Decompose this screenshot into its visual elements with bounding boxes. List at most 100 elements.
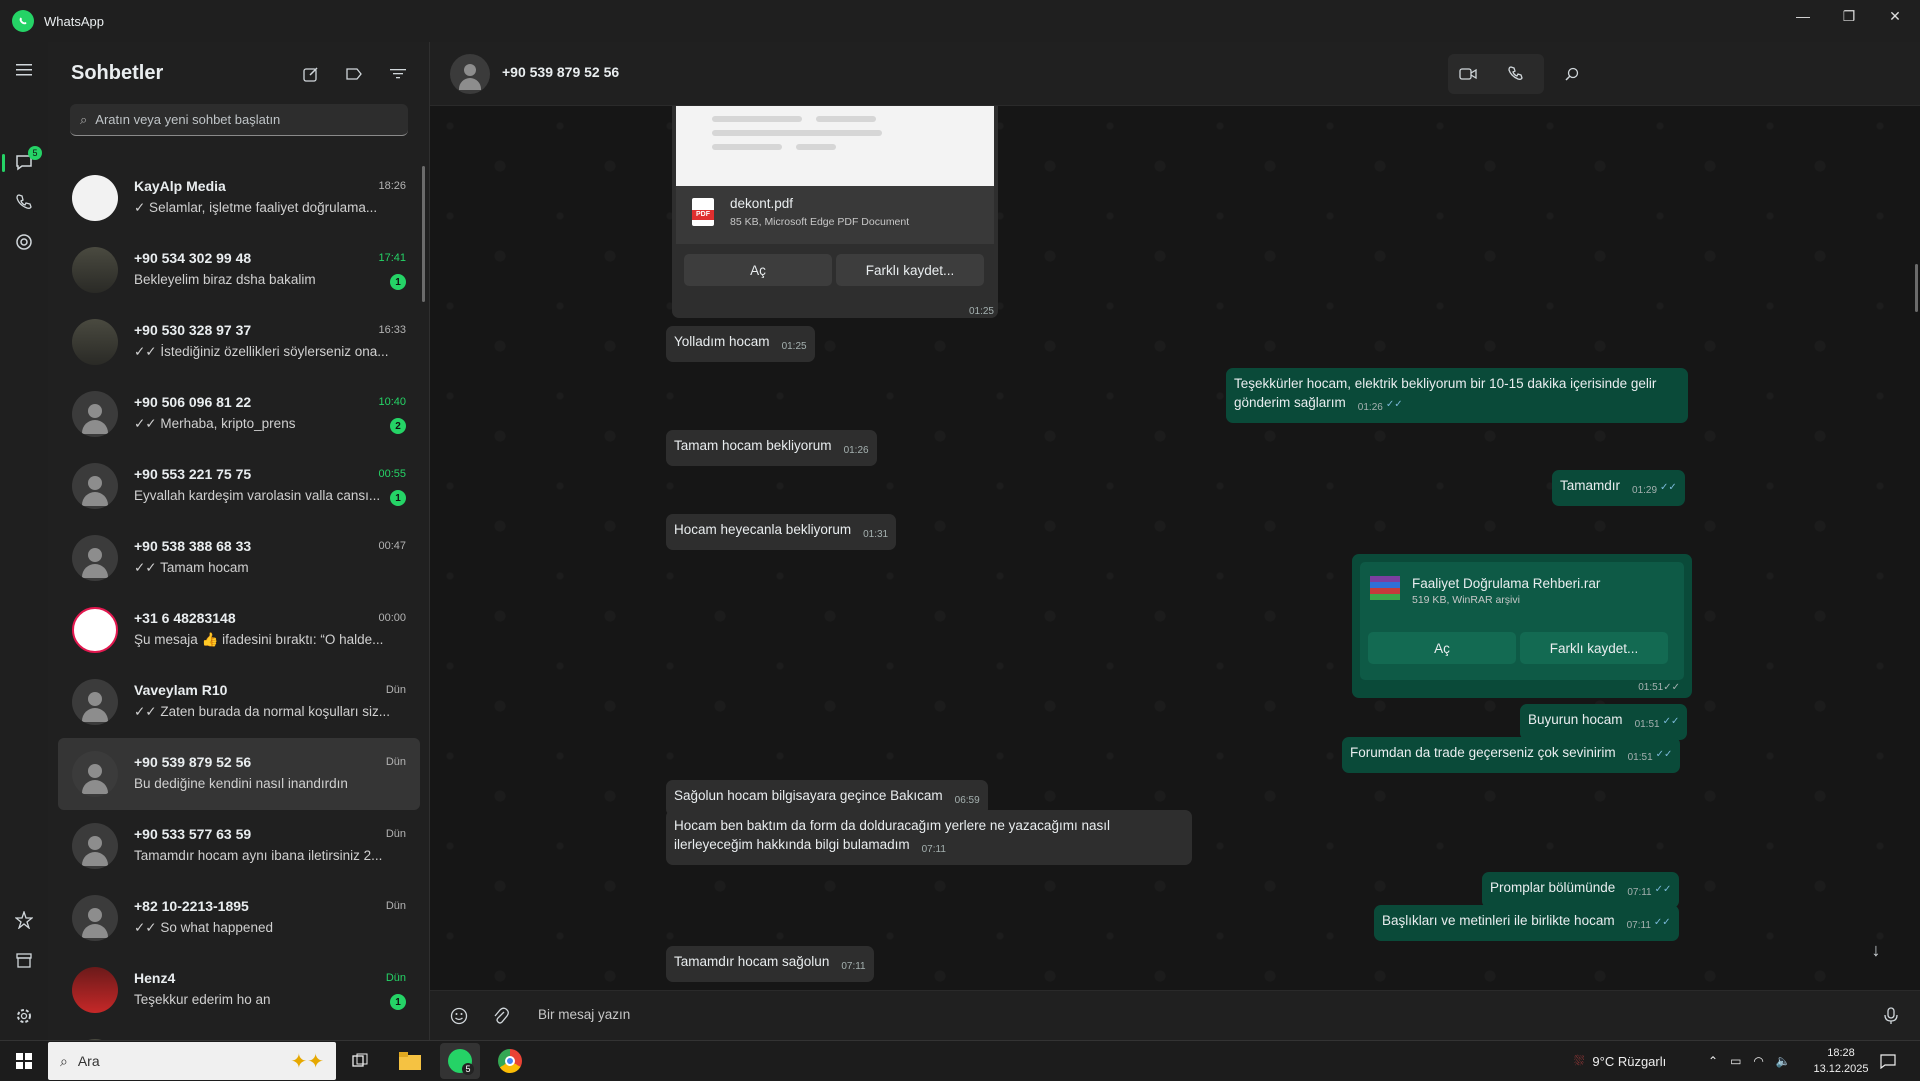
chevron-up-icon[interactable]: ⌃: [1708, 1054, 1718, 1068]
maximize-button[interactable]: ❐: [1826, 0, 1872, 32]
status-icon[interactable]: [12, 230, 36, 254]
microphone-icon[interactable]: [1880, 1005, 1902, 1027]
weather-widget[interactable]: ⛆ 9°C Rüzgarlı: [1574, 1041, 1666, 1081]
chat-list-item[interactable]: +31 6 48283148 00:00 Şu mesaja 👍 ifadesini…: [58, 594, 420, 666]
contact-avatar[interactable]: [450, 54, 490, 94]
chat-list-item[interactable]: +90 533 577 63 59 Dün Tamamdır hocam aynı …: [58, 810, 420, 882]
avatar: [72, 679, 118, 725]
read-receipt-icon: ✓✓: [1654, 884, 1672, 895]
active-indicator: [2, 154, 5, 172]
clock-date: 13.12.2025: [1813, 1063, 1869, 1075]
close-button[interactable]: ✕: [1872, 0, 1918, 32]
search-icon: ⌕: [80, 111, 88, 127]
starred-icon[interactable]: [12, 908, 36, 932]
chat-preview: ✓✓ Tamam hocam: [134, 560, 249, 575]
search-input[interactable]: ⌕ Aratın veya yeni sohbet başlatın: [70, 104, 408, 136]
search-placeholder: Aratın veya yeni sohbet başlatın: [95, 112, 281, 127]
search-icon: ⌕: [60, 1052, 68, 1069]
whatsapp-taskbar-badge: 5: [462, 1063, 474, 1075]
pdf-file-icon: PDF: [692, 198, 714, 226]
pdf-open-button[interactable]: Aç: [684, 254, 832, 286]
chat-time: Dün: [385, 684, 406, 696]
rar-file-name: Faaliyet Doğrulama Rehberi.rar: [1412, 576, 1601, 591]
chat-list-item[interactable]: Henz4 Dün Teşekkur ederim ho an 1: [58, 954, 420, 1026]
message-scrollbar[interactable]: [1915, 264, 1918, 312]
chat-list-item[interactable]: +90 539 879 52 56 Dün Bu dediğine kendini …: [58, 738, 420, 810]
rar-save-as-button[interactable]: Farklı kaydet...: [1520, 632, 1668, 664]
clock-time: 18:28: [1827, 1047, 1855, 1059]
chrome-icon[interactable]: [490, 1043, 530, 1079]
avatar: [72, 175, 118, 221]
chat-list-scrollbar[interactable]: [422, 166, 425, 302]
chat-list-item[interactable]: +90 553 221 75 75 00:55 Eyvallah kardeşim …: [58, 450, 420, 522]
whatsapp-taskbar-icon[interactable]: 5: [440, 1043, 480, 1079]
message-time: 01:25: [968, 306, 994, 317]
system-tray: ⌃ ▭ ◠ 🔈: [1708, 1041, 1791, 1081]
chat-name: +90 534 302 99 48: [134, 250, 252, 266]
message-input[interactable]: Bir mesaj yazın: [538, 1007, 630, 1022]
windows-taskbar: ⌕ Ara ✦✦ 5 ⛆ 9°C Rüzgarlı ⌃ ▭ ◠ 🔈 18:28 …: [0, 1040, 1920, 1080]
file-explorer-icon[interactable]: [390, 1043, 430, 1079]
avatar: [72, 895, 118, 941]
read-receipt-icon: ✓✓: [1660, 482, 1677, 493]
chat-list-item[interactable]: +90 534 302 99 48 17:41 Bekleyelim biraz d…: [58, 234, 420, 306]
settings-icon[interactable]: [12, 1004, 36, 1028]
taskbar-search[interactable]: ⌕ Ara ✦✦: [48, 1042, 336, 1080]
chat-list-item[interactable]: +90 538 388 68 33 00:47 ✓✓ Tamam hocam: [58, 522, 420, 594]
task-view-icon[interactable]: [340, 1043, 380, 1079]
chat-time: 17:41: [378, 252, 406, 264]
unread-badge: 1: [390, 490, 406, 506]
chat-preview: ✓✓ So what happened: [134, 920, 273, 935]
outgoing-message: Promplar bölümünde 07:11 ✓✓: [1482, 872, 1680, 908]
chat-time: Dün: [385, 900, 406, 912]
clock[interactable]: 18:28 13.12.2025: [1806, 1041, 1876, 1081]
new-chat-icon[interactable]: [299, 62, 323, 86]
chat-list-item[interactable]: KayAlp Media 18:26 ✓ Selamlar, işletme faa…: [58, 162, 420, 234]
notifications-icon[interactable]: [1880, 1041, 1896, 1081]
read-receipt-icon: ✓✓: [1663, 682, 1680, 693]
chat-preview: ✓✓ Merhaba, kripto_prens: [134, 416, 296, 431]
chat-time: 16:33: [378, 324, 406, 336]
scroll-down-icon[interactable]: ↓: [1862, 936, 1890, 964]
menu-icon[interactable]: [12, 58, 36, 82]
avatar: [72, 247, 118, 293]
voice-call-icon[interactable]: [1506, 64, 1526, 84]
unread-badge: 1: [390, 994, 406, 1010]
volume-icon[interactable]: 🔈: [1776, 1054, 1791, 1068]
chat-list-item[interactable]: Vaveylam R10 Dün ✓✓ Zaten burada da normal…: [58, 666, 420, 738]
rar-open-button[interactable]: Aç: [1368, 632, 1516, 664]
chat-time: 00:47: [378, 540, 406, 552]
pdf-preview-thumbnail[interactable]: [676, 106, 994, 186]
chat-list-item[interactable]: +90 530 328 97 37 16:33 ✓✓ İstediğiniz öze…: [58, 306, 420, 378]
chat-name: +90 539 879 52 56: [134, 754, 252, 770]
winrar-file-icon: [1370, 576, 1400, 602]
wifi-icon[interactable]: ◠: [1753, 1054, 1763, 1068]
chat-list-item[interactable]: +90 506 096 81 22 10:40 ✓✓ Merhaba, kripto…: [58, 378, 420, 450]
archive-icon[interactable]: [12, 948, 36, 972]
avatar: [72, 967, 118, 1013]
pdf-save-as-button[interactable]: Farklı kaydet...: [836, 254, 984, 286]
chat-time: Dün: [385, 972, 406, 984]
chat-list-item[interactable]: +82 10-2213-1895 Dün ✓✓ So what happened: [58, 882, 420, 954]
chat-list-item[interactable]: +90 533 150 43 47Dün: [58, 1026, 420, 1040]
chat-preview: Bekleyelim biraz dsha bakalim: [134, 272, 316, 287]
rar-file-meta: 519 KB, WinRAR arşivi: [1412, 594, 1520, 606]
calls-icon[interactable]: [12, 190, 36, 214]
emoji-icon[interactable]: [448, 1005, 470, 1027]
filter-icon[interactable]: [386, 62, 410, 86]
search-messages-icon[interactable]: [1562, 64, 1582, 84]
avatar: [72, 751, 118, 797]
outgoing-message: Teşekkürler hocam, elektrik bekliyorum b…: [1226, 368, 1688, 423]
windows-start-icon[interactable]: [4, 1043, 44, 1079]
incoming-message: Tamamdır hocam sağolun 07:11: [666, 946, 874, 982]
contact-name[interactable]: +90 539 879 52 56: [502, 64, 619, 80]
attach-icon[interactable]: [490, 1005, 512, 1027]
minimize-button[interactable]: —: [1780, 0, 1826, 32]
chat-preview: ✓✓ Zaten burada da normal koşulları siz.…: [134, 704, 390, 719]
video-call-icon[interactable]: [1458, 64, 1478, 84]
chat-name: +82 10-2213-1895: [134, 898, 249, 914]
chat-name: Vaveylam R10: [134, 682, 228, 698]
avatar: [72, 535, 118, 581]
display-icon[interactable]: ▭: [1730, 1054, 1741, 1068]
label-icon[interactable]: [342, 62, 366, 86]
